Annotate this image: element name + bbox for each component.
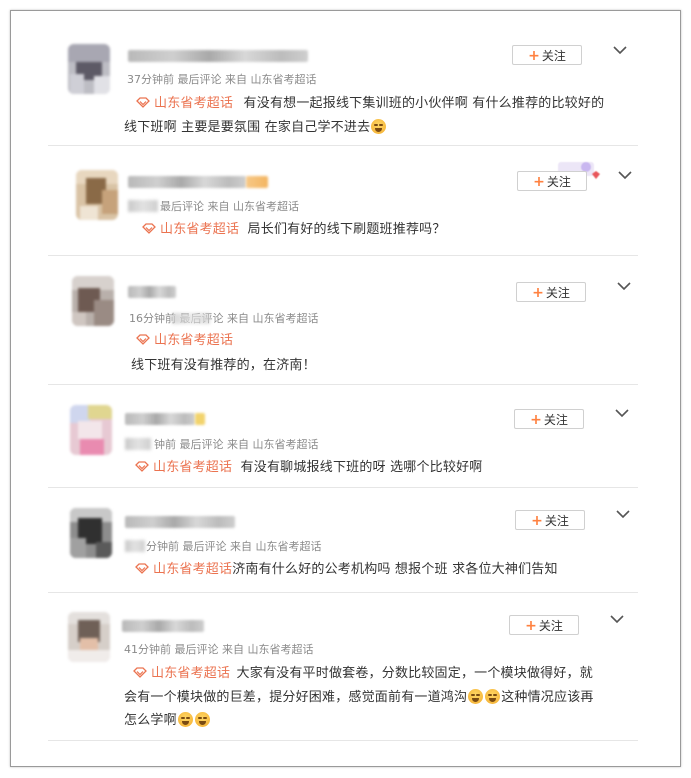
post-text-line: 怎么学啊 xyxy=(124,709,211,733)
topic-link[interactable]: 山东省考超话 xyxy=(153,460,232,475)
crying-emoji-icon xyxy=(371,119,387,134)
post-text: 有没有想一起报线下集训班的小伙伴啊 有什么推荐的比较好的 xyxy=(243,96,605,111)
divider xyxy=(48,740,638,741)
super-topic-icon xyxy=(136,97,150,108)
divider xyxy=(48,145,638,146)
follow-label: 关注 xyxy=(541,49,566,63)
divider xyxy=(48,384,638,385)
post-body: 山东省考超话 局长们有好的线下刷题班推荐吗？ xyxy=(142,218,446,242)
chevron-down-icon[interactable] xyxy=(615,408,629,418)
avatar[interactable] xyxy=(76,170,118,220)
post-text: 线下班有没有推荐的，在济南！ xyxy=(131,358,316,373)
post-meta: 41分钟前 最后评论 来自 山东省考超话 xyxy=(124,643,314,656)
follow-button[interactable]: + 关注 xyxy=(517,171,587,191)
super-topic-icon xyxy=(135,461,149,472)
topic-link[interactable]: 山东省考超话 xyxy=(151,666,230,681)
post-text: 局长们有好的线下刷题班推荐吗？ xyxy=(247,222,446,237)
avatar[interactable] xyxy=(72,276,114,326)
crying-emoji-icon xyxy=(485,689,501,704)
follow-label: 关注 xyxy=(543,413,568,427)
post-body: 山东省考超话济南有什么好的公考机构吗 想报个班 求各位大神们告知 xyxy=(135,558,558,582)
post-text: 怎么学啊 xyxy=(124,713,177,728)
follow-button[interactable]: + 关注 xyxy=(512,45,582,65)
chevron-down-icon[interactable] xyxy=(616,509,630,519)
topic-link[interactable]: 山东省考超话 xyxy=(153,562,232,577)
post-text: 有没有聊城报线下班的呀 选哪个比较好啊 xyxy=(240,460,483,475)
post-text: 济南有什么好的公考机构吗 想报个班 求各位大神们告知 xyxy=(232,562,558,577)
post-body: 山东省考超话 有没有聊城报线下班的呀 选哪个比较好啊 xyxy=(135,456,482,480)
avatar[interactable] xyxy=(70,508,112,558)
super-topic-icon xyxy=(135,563,149,574)
post-body: 山东省考超话 大家有没有平时做套卷，分数比较固定，一个模块做得好，就 xyxy=(133,662,593,686)
crying-emoji-icon xyxy=(468,689,484,704)
divider xyxy=(48,592,638,593)
post-body: 山东省考超话 xyxy=(136,329,233,353)
topic-link[interactable]: 山东省考超话 xyxy=(154,96,233,111)
follow-button[interactable]: + 关注 xyxy=(516,282,586,302)
crying-emoji-icon xyxy=(177,712,193,727)
avatar[interactable] xyxy=(68,612,110,662)
username-blurred[interactable] xyxy=(128,176,246,188)
avatar[interactable] xyxy=(70,405,112,455)
follow-label: 关注 xyxy=(545,286,570,300)
post-text: 这种情况应该再 xyxy=(501,690,594,705)
follow-button[interactable]: + 关注 xyxy=(515,510,585,530)
chevron-down-icon[interactable] xyxy=(618,170,632,180)
super-topic-icon xyxy=(136,334,150,345)
divider xyxy=(48,487,638,488)
topic-link[interactable]: 山东省考超话 xyxy=(154,333,233,348)
super-topic-icon xyxy=(133,667,147,678)
post-meta: 分钟前 最后评论 来自 山东省考超话 xyxy=(146,540,322,553)
follow-label: 关注 xyxy=(538,619,563,633)
chevron-down-icon[interactable] xyxy=(617,281,631,291)
follow-label: 关注 xyxy=(546,175,571,189)
badge-blurred xyxy=(246,176,268,188)
username-blurred[interactable] xyxy=(128,50,308,62)
time-blurred xyxy=(125,540,145,552)
username-blurred[interactable] xyxy=(125,516,235,528)
follow-button[interactable]: + 关注 xyxy=(509,615,579,635)
username-blurred[interactable] xyxy=(128,286,176,298)
follow-button[interactable]: + 关注 xyxy=(514,409,584,429)
meta-blur xyxy=(172,313,210,324)
crying-emoji-icon xyxy=(194,712,210,727)
super-topic-icon xyxy=(142,223,156,234)
topic-link[interactable]: 山东省考超话 xyxy=(160,222,239,237)
avatar[interactable] xyxy=(68,44,110,94)
post-text: 会有一个模块做的巨差，提分好困难，感觉面前有一道鸿沟 xyxy=(124,690,468,705)
post-meta: 钟前 最后评论 来自 山东省考超话 xyxy=(154,438,319,451)
badge-blurred xyxy=(195,413,205,425)
time-blurred xyxy=(125,438,151,450)
username-blurred[interactable] xyxy=(125,413,195,425)
follow-label: 关注 xyxy=(544,514,569,528)
post-meta: 16分钟前 最后评论 来自 山东省考超话 xyxy=(129,312,319,325)
post-body: 山东省考超话 有没有想一起报线下集训班的小伙伴啊 有什么推荐的比较好的 线下班啊… xyxy=(124,92,605,140)
post-text: 大家有没有平时做套卷，分数比较固定，一个模块做得好，就 xyxy=(236,666,593,681)
divider xyxy=(48,255,638,256)
username-blurred[interactable] xyxy=(122,620,204,632)
chevron-down-icon[interactable] xyxy=(613,45,627,55)
post-meta: 37分钟前 最后评论 来自 山东省考超话 xyxy=(127,73,317,86)
time-blurred xyxy=(128,200,158,212)
post-meta: 最后评论 来自 山东省考超话 xyxy=(160,200,299,213)
chevron-down-icon[interactable] xyxy=(610,614,624,624)
post-text: 线下班啊 主要是要氛围 在家自己学不进去 xyxy=(124,120,371,135)
post-text-line: 会有一个模块做的巨差，提分好困难，感觉面前有一道鸿沟 这种情况应该再 xyxy=(124,686,594,710)
